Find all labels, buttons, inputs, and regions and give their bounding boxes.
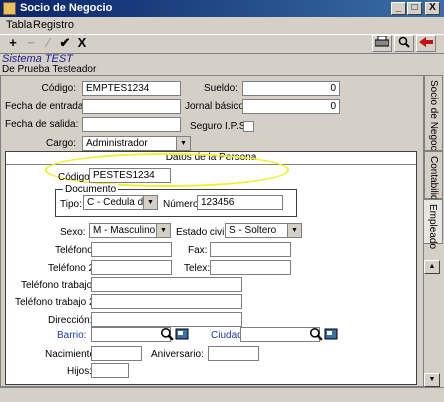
barrio-search-icon[interactable] xyxy=(160,327,174,341)
fecha-entrada-field[interactable] xyxy=(82,99,181,114)
close-button[interactable]: X xyxy=(425,2,440,15)
horizontal-scrollbar[interactable] xyxy=(0,387,444,402)
exit-icon[interactable] xyxy=(416,35,436,52)
documento-label: Documento xyxy=(63,184,119,195)
numero-field[interactable]: 123456 xyxy=(197,195,283,210)
direccion-label: Dirección: xyxy=(48,315,93,326)
toolbar: + − ⁄ ✔ X xyxy=(0,34,444,54)
ciudad-lookup-icon[interactable] xyxy=(324,327,338,341)
sueldo-field[interactable]: 0 xyxy=(242,81,340,96)
telefono-label: Teléfono xyxy=(55,245,93,256)
menu-bar: Tabla Registro xyxy=(0,17,444,34)
chevron-down-icon[interactable]: ▼ xyxy=(287,224,301,237)
tab-empleado[interactable]: Empleado xyxy=(424,199,443,249)
sexo-dropdown[interactable]: M - Masculino ▼ xyxy=(89,223,171,238)
fecha-salida-label: Fecha de salida: xyxy=(5,119,79,130)
telex-label: Telex: xyxy=(184,263,211,274)
barrio-label[interactable]: Barrio: xyxy=(57,330,86,341)
fax-field[interactable] xyxy=(210,242,291,257)
telefono-field[interactable] xyxy=(91,242,172,257)
sexo-label: Sexo: xyxy=(60,227,86,238)
barrio-lookup-icon[interactable] xyxy=(175,327,189,341)
tab-label: Empleado xyxy=(427,204,438,250)
persona-codigo-label: Código: xyxy=(58,172,93,183)
chevron-down-icon[interactable]: ▼ xyxy=(143,196,157,209)
telefono2-field[interactable] xyxy=(91,260,172,275)
chevron-down-icon[interactable]: ▼ xyxy=(176,137,190,150)
confirm-icon[interactable]: ✔ xyxy=(57,35,73,51)
codigo-label: Código: xyxy=(41,83,76,94)
scroll-down-icon[interactable]: ▼ xyxy=(424,373,440,387)
direccion-field[interactable] xyxy=(91,312,242,327)
estado-civil-dropdown[interactable]: S - Soltero ▼ xyxy=(225,223,302,238)
edit-icon: ⁄ xyxy=(46,35,50,50)
fecha-salida-field[interactable] xyxy=(82,117,181,132)
estado-civil-label: Estado civil: xyxy=(176,227,230,238)
delete-icon: − xyxy=(27,35,35,50)
sueldo-label: Sueldo: xyxy=(204,83,238,94)
tab-contabilidad[interactable]: Contabilidad xyxy=(424,151,443,212)
maximize-button[interactable]: □ xyxy=(407,2,422,15)
telefono-trabajo-field[interactable] xyxy=(91,277,242,292)
telefono2-label: Teléfono 2: xyxy=(48,263,97,274)
title-bar: Socio de Negocio _ □ X xyxy=(0,0,444,17)
ciudad-field[interactable] xyxy=(240,327,320,342)
search-icon[interactable] xyxy=(394,35,414,52)
tipo-dropdown[interactable]: C - Cedula de ▼ xyxy=(83,195,158,210)
app-icon xyxy=(3,2,16,15)
chevron-down-icon[interactable]: ▼ xyxy=(156,224,170,237)
nacimiento-field[interactable] xyxy=(91,346,142,361)
barrio-field[interactable] xyxy=(91,327,171,342)
menu-registro[interactable]: Registro xyxy=(33,19,74,31)
add-icon[interactable]: + xyxy=(5,35,21,51)
hijos-label: Hijos: xyxy=(67,366,93,377)
estado-civil-value: S - Soltero xyxy=(229,225,277,236)
sexo-value: M - Masculino xyxy=(93,225,156,236)
fax-label: Fax: xyxy=(188,245,208,256)
telefono-trabajo2-field[interactable] xyxy=(91,294,242,309)
jornal-field[interactable]: 0 xyxy=(242,99,340,114)
tab-socio-de-negocio[interactable]: Socio de Negocio xyxy=(424,75,443,158)
codigo-field[interactable]: EMPTES1234 xyxy=(82,81,181,96)
fecha-entrada-label: Fecha de entrada: xyxy=(5,101,87,112)
cargo-dropdown[interactable]: Administrador ▼ xyxy=(82,136,191,151)
seguro-label: Seguro I.P.S. xyxy=(190,121,249,132)
aniversario-field[interactable] xyxy=(208,346,259,361)
jornal-label: Jornal básico: xyxy=(185,101,247,112)
minimize-button[interactable]: _ xyxy=(391,2,406,15)
telefono-trabajo2-label: Teléfono trabajo 2: xyxy=(15,297,98,308)
telex-field[interactable] xyxy=(210,260,291,275)
cancel-icon[interactable]: X xyxy=(74,35,90,51)
tipo-label: Tipo: xyxy=(60,199,82,210)
system-user: De Prueba Testeador xyxy=(2,64,97,75)
menu-tabla[interactable]: Tabla xyxy=(6,19,32,31)
aniversario-label: Aniversario: xyxy=(151,349,204,360)
hijos-field[interactable] xyxy=(91,363,129,378)
numero-label: Número: xyxy=(163,199,202,210)
cargo-label: Cargo: xyxy=(45,138,76,149)
nacimiento-label: Nacimiento: xyxy=(45,349,98,360)
seguro-checkbox[interactable] xyxy=(243,121,254,132)
vertical-scrollbar[interactable]: ▲ ▼ xyxy=(424,260,442,387)
print-icon[interactable] xyxy=(372,35,392,52)
ciudad-search-icon[interactable] xyxy=(309,327,323,341)
persona-codigo-field[interactable]: PESTES1234 xyxy=(89,168,171,183)
window-title: Socio de Negocio xyxy=(20,2,113,14)
tab-label: Socio de Negocio xyxy=(428,80,439,159)
tipo-value: C - Cedula de xyxy=(87,197,149,208)
cargo-value: Administrador xyxy=(86,138,148,149)
scroll-up-icon[interactable]: ▲ xyxy=(424,260,440,274)
telefono-trabajo-label: Teléfono trabajo: xyxy=(21,280,95,291)
